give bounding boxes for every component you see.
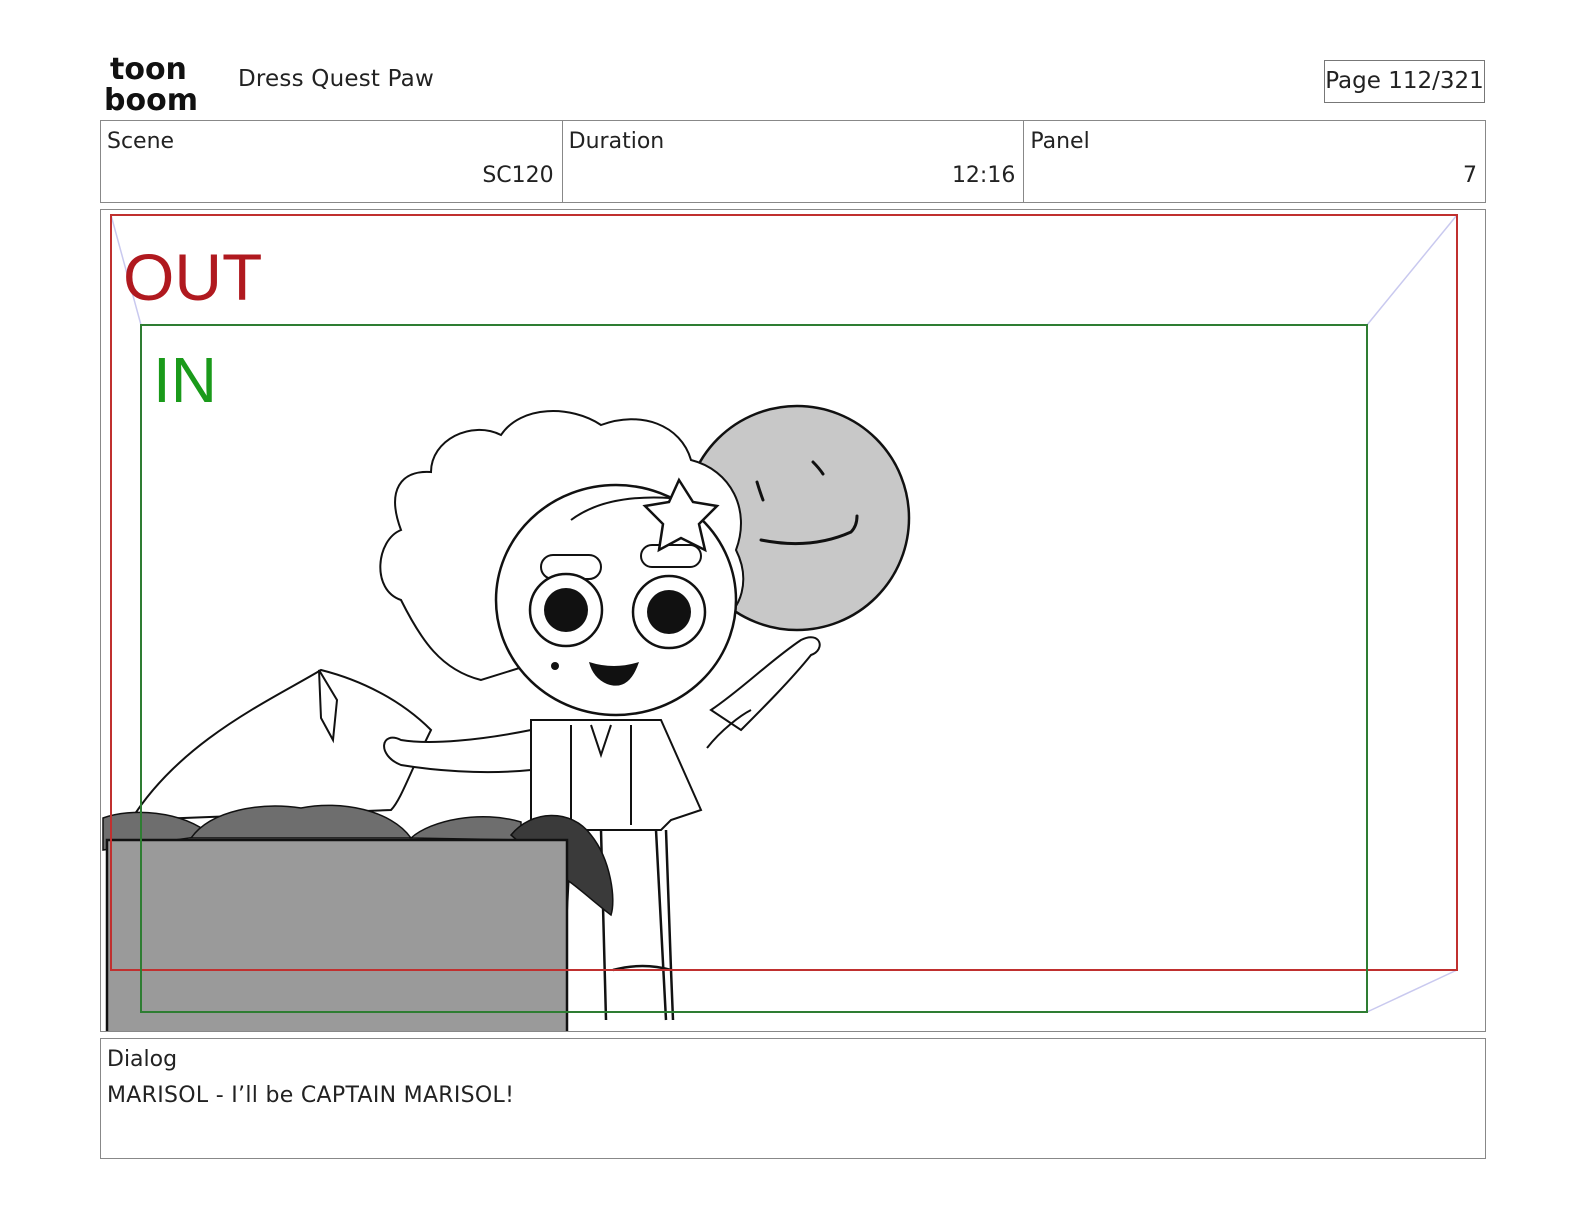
panel-drawing: OUT IN: [102, 214, 1458, 1031]
toon-boom-logo: toon boom: [104, 52, 216, 118]
panel-value: 7: [1463, 163, 1478, 188]
character-right-arm: [709, 636, 821, 732]
panel-label: Panel: [1030, 129, 1090, 154]
panel-cell: Panel 7: [1024, 121, 1485, 202]
logo-text-top: toon: [110, 52, 187, 87]
duration-cell: Duration 12:16: [563, 121, 1025, 202]
dialog-label: Dialog: [107, 1047, 178, 1072]
duration-value: 12:16: [951, 163, 1016, 188]
scene-label: Scene: [107, 129, 175, 154]
scene-cell: Scene SC120: [101, 121, 563, 202]
toy-chest: [105, 838, 569, 1031]
dialog-box: Dialog MARISOL - I’ll be CAPTAIN MARISOL…: [100, 1038, 1486, 1159]
logo-text-bottom: boom: [104, 83, 198, 112]
dialog-text: MARISOL - I’ll be CAPTAIN MARISOL!: [107, 1083, 515, 1108]
character-body: [530, 719, 703, 831]
out-label: OUT: [123, 240, 262, 314]
page-number: Page 112/321: [1324, 60, 1485, 103]
scene-value: SC120: [482, 163, 554, 188]
in-label: IN: [153, 344, 217, 416]
duration-label: Duration: [568, 129, 665, 154]
project-title: Dress Quest Paw: [238, 66, 434, 92]
storyboard-panel: OUT IN: [100, 209, 1486, 1032]
info-table: Scene SC120 Duration 12:16 Panel 7: [100, 120, 1486, 203]
